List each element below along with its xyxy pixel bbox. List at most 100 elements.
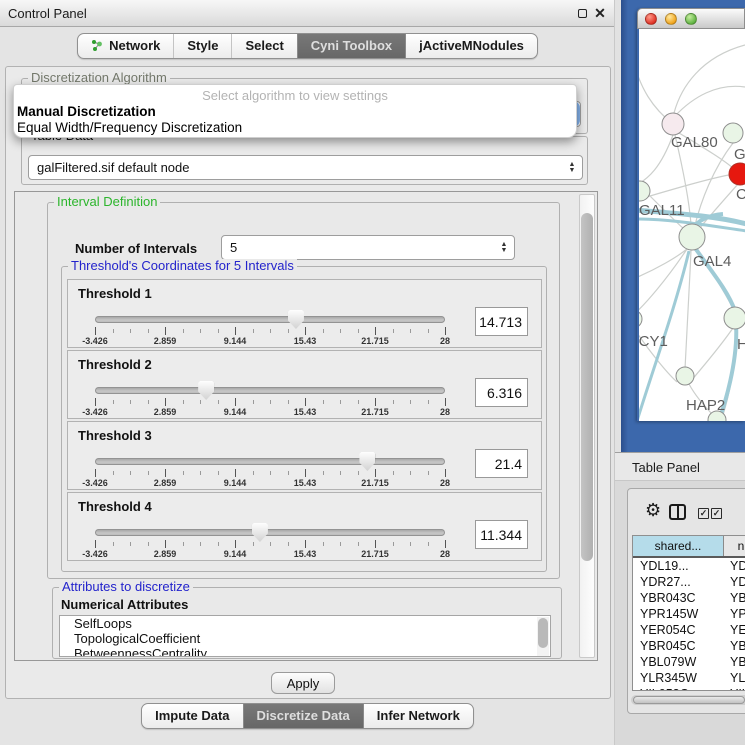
table-cell[interactable]: YDL19... <box>633 558 724 574</box>
scrollbar-thumb[interactable] <box>633 696 745 704</box>
table-cell[interactable]: YDR27... <box>633 574 724 590</box>
table-cell[interactable]: YIL052C <box>633 686 724 691</box>
list-item[interactable]: BetweennessCentrality <box>60 646 550 657</box>
table-cell[interactable]: YBR0 <box>724 590 745 606</box>
table-cell[interactable]: YBR0 <box>724 638 745 654</box>
tab-impute-data[interactable]: Impute Data <box>142 704 242 728</box>
node-gcy1[interactable] <box>639 310 642 328</box>
threshold-slider[interactable] <box>95 458 445 465</box>
tab-infer-network[interactable]: Infer Network <box>363 704 473 728</box>
network-window-titlebar[interactable] <box>637 8 745 29</box>
apply-button[interactable]: Apply <box>271 672 335 694</box>
threshold-value-field[interactable]: 6.316 <box>475 378 528 407</box>
panel-scrollbar[interactable] <box>579 194 595 658</box>
node-label: GCY1 <box>639 333 668 350</box>
node-h[interactable] <box>724 307 745 329</box>
dropdown-option-equal-width-frequency[interactable]: Equal Width/Frequency Discretization <box>17 120 242 135</box>
tick-mark <box>95 469 96 477</box>
threshold-value-field[interactable]: 14.713 <box>475 307 528 336</box>
tick-mark <box>428 329 429 333</box>
checkbox-icon[interactable]: ✓ <box>698 508 709 519</box>
list-scrollbar[interactable] <box>537 617 549 657</box>
table-data-combobox[interactable]: galFiltered.sif default node ▲▼ <box>28 155 583 180</box>
tab-cyni-toolbox[interactable]: Cyni Toolbox <box>297 34 405 58</box>
node-hap2[interactable] <box>676 367 694 385</box>
dropdown-option-manual-discretization[interactable]: Manual Discretization <box>17 104 156 119</box>
threshold-slider[interactable] <box>95 529 445 536</box>
table-row[interactable]: YBR045CYBR0 <box>633 638 745 654</box>
column-header-shared-name[interactable]: shared... <box>633 536 724 556</box>
checkbox-icon[interactable]: ✓ <box>711 508 722 519</box>
tick-mark <box>323 329 324 333</box>
node-table-body: YDL19...YDL1YDR27...YDR2YBR043CYBR0YPR14… <box>633 558 745 691</box>
table-row[interactable]: YDL19...YDL1 <box>633 558 745 574</box>
tab-label: Style <box>187 38 218 53</box>
node-gal80[interactable] <box>662 113 684 135</box>
tab-jactivemnodules[interactable]: jActiveMNodules <box>405 34 537 58</box>
table-cell[interactable]: YBR043C <box>633 590 724 606</box>
minimize-traffic-light-icon[interactable] <box>665 13 677 25</box>
node-ga[interactable] <box>723 123 743 143</box>
table-horizontal-scrollbar[interactable] <box>631 695 745 705</box>
scrollbar-thumb[interactable] <box>538 618 548 648</box>
numerical-attributes-list[interactable]: SelfLoopsTopologicalCoefficientBetweenne… <box>59 615 551 657</box>
close-button[interactable]: ✕ <box>592 5 608 21</box>
table-row[interactable]: YLR345WYLR3 <box>633 670 745 686</box>
group-title: Discretization Algorithm <box>28 71 170 85</box>
threshold-slider[interactable] <box>95 316 445 323</box>
float-button[interactable] <box>574 5 590 21</box>
table-cell[interactable]: YER054C <box>633 622 724 638</box>
table-cell[interactable]: YPR145W <box>633 606 724 622</box>
tab-network[interactable]: Network <box>78 34 173 58</box>
table-row[interactable]: YIL052CYIL0 <box>633 686 745 691</box>
threshold-value-field[interactable]: 21.4 <box>475 449 528 478</box>
tick-mark <box>270 329 271 333</box>
node-gal4[interactable] <box>679 224 705 250</box>
table-cell[interactable]: YIL0 <box>724 686 745 691</box>
table-cell[interactable]: YER0 <box>724 622 745 638</box>
table-cell[interactable]: YLR3 <box>724 670 745 686</box>
threshold-value-field[interactable]: 11.344 <box>475 520 528 549</box>
table-row[interactable]: YPR145WYPR1 <box>633 606 745 622</box>
tab-style[interactable]: Style <box>173 34 231 58</box>
network-canvas[interactable]: GAL80 GA C GAL11 GAL4 GCY1 H HAP2 <box>639 29 745 421</box>
tab-discretize-data[interactable]: Discretize Data <box>243 704 363 728</box>
tick-label: -3.426 <box>82 336 108 346</box>
threshold-slider[interactable] <box>95 387 445 394</box>
number-of-intervals-combobox[interactable]: 5 ▲▼ <box>221 235 515 260</box>
slider-ticks <box>95 398 445 407</box>
table-cell[interactable]: YDL1 <box>724 558 745 574</box>
control-panel: Control Panel ✕ Network Style Select Cyn… <box>0 0 615 745</box>
table-cell[interactable]: YBL079W <box>633 654 724 670</box>
table-row[interactable]: YER054CYER0 <box>633 622 745 638</box>
dropdown-prompt: Select algorithm to view settings <box>14 88 576 103</box>
table-cell[interactable]: YPR1 <box>724 606 745 622</box>
table-cell[interactable]: YLR345W <box>633 670 724 686</box>
tick-label: 21.715 <box>361 549 389 559</box>
tick-label: 28 <box>440 407 450 417</box>
table-cell[interactable]: YBR045C <box>633 638 724 654</box>
table-cell[interactable]: YDR2 <box>724 574 745 590</box>
threshold-label: Threshold 1 <box>78 286 152 301</box>
scrollbar-thumb[interactable] <box>581 213 593 561</box>
list-item[interactable]: SelfLoops <box>60 616 550 631</box>
list-item[interactable]: TopologicalCoefficient <box>60 631 550 646</box>
tick-mark <box>323 542 324 546</box>
tick-mark <box>340 542 341 546</box>
tab-select[interactable]: Select <box>231 34 296 58</box>
columns-icon[interactable] <box>669 504 686 520</box>
tick-mark <box>428 542 429 546</box>
table-row[interactable]: YBR043CYBR0 <box>633 590 745 606</box>
column-header-name[interactable]: n <box>724 536 745 556</box>
table-row[interactable]: YBL079WYBL0 <box>633 654 745 670</box>
node-gal11[interactable] <box>639 181 650 201</box>
gear-icon[interactable]: ⚙ <box>645 500 661 521</box>
tick-mark <box>358 329 359 333</box>
table-cell[interactable]: YBL0 <box>724 654 745 670</box>
tick-label: 28 <box>440 478 450 488</box>
table-row[interactable]: YDR27...YDR2 <box>633 574 745 590</box>
tick-mark <box>113 329 114 333</box>
close-traffic-light-icon[interactable] <box>645 13 657 25</box>
zoom-traffic-light-icon[interactable] <box>685 13 697 25</box>
tick-mark <box>200 329 201 333</box>
